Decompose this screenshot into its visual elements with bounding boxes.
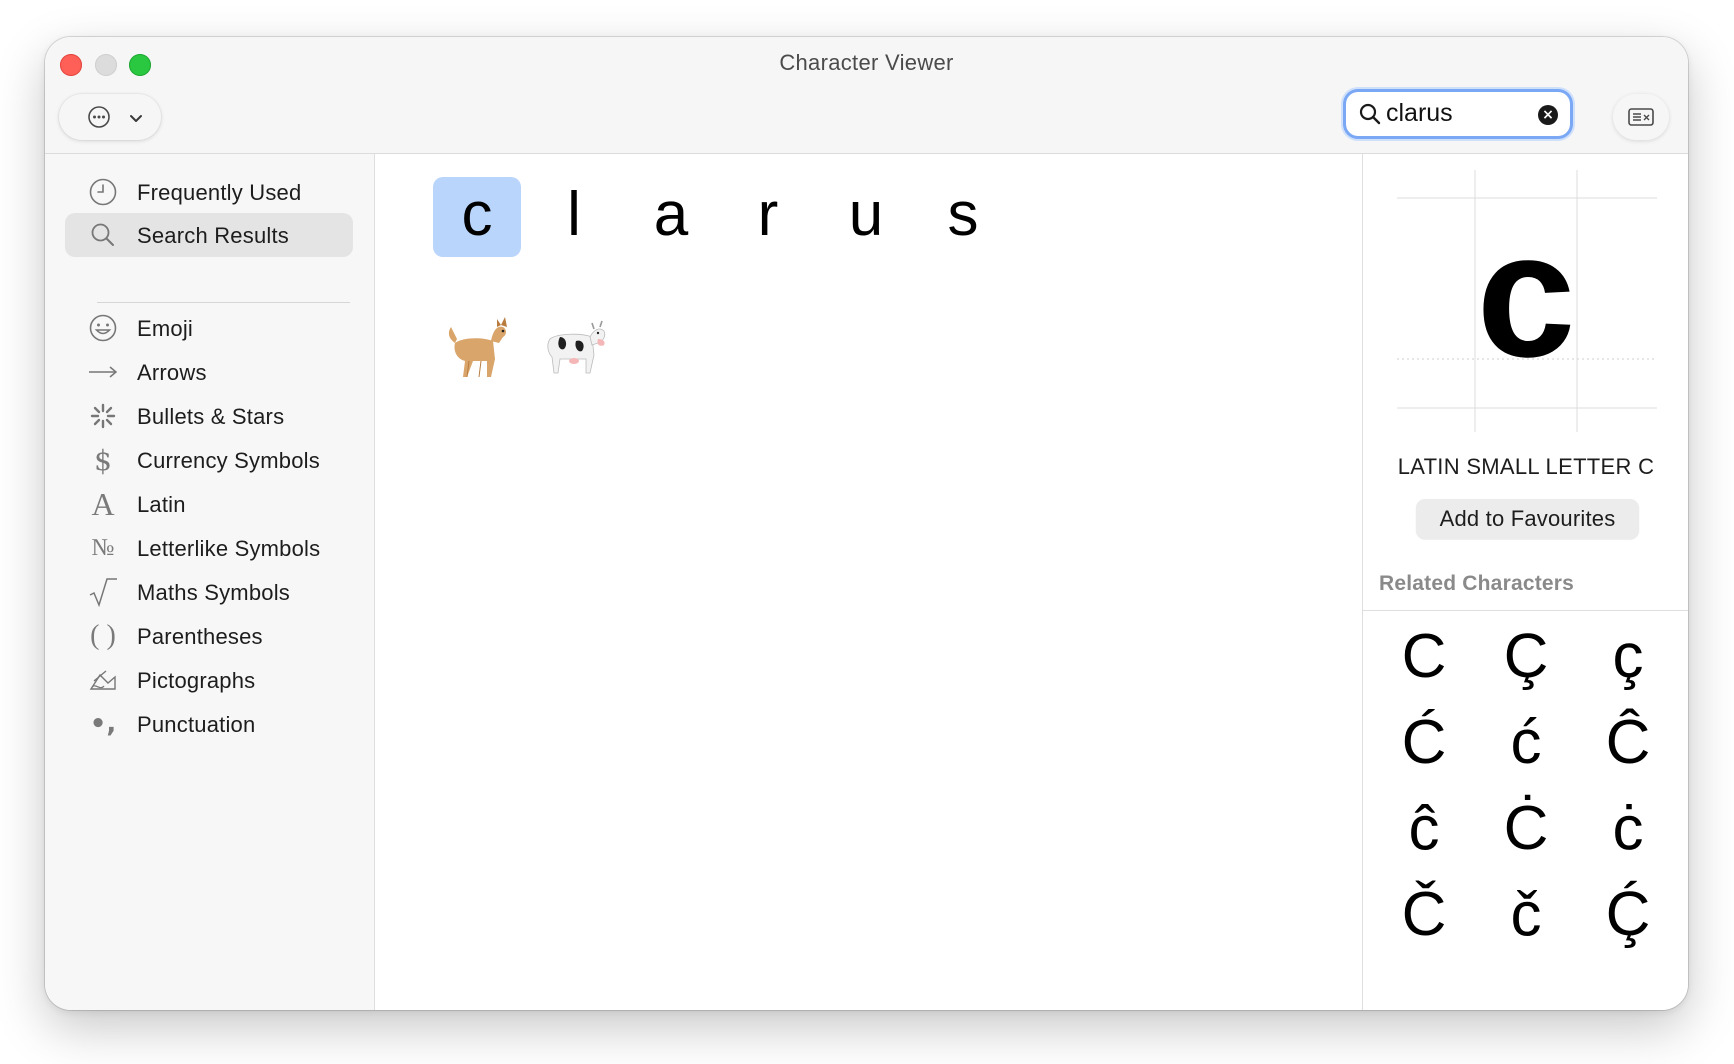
ellipsis-circle-icon: [87, 105, 111, 134]
related-character[interactable]: Ċ: [1476, 786, 1576, 872]
related-character[interactable]: Ć: [1374, 700, 1474, 786]
sidebar-item-bullets-stars[interactable]: Bullets & Stars: [65, 394, 353, 438]
search-results-grid: c l a r u s: [375, 154, 1361, 1010]
arrow-icon: [87, 356, 119, 388]
related-character[interactable]: ç: [1578, 614, 1678, 700]
search-field[interactable]: ×: [1346, 92, 1570, 136]
sidebar-item-parentheses[interactable]: ( ) Parentheses: [65, 614, 353, 658]
related-character[interactable]: Ḉ: [1578, 872, 1678, 958]
square-root-icon: [87, 576, 119, 608]
character-name: LATIN SMALL LETTER C: [1397, 454, 1655, 479]
dog-emoji[interactable]: [433, 307, 521, 387]
result-character[interactable]: u: [822, 177, 910, 257]
sidebar-item-label: Maths Symbols: [137, 580, 290, 605]
result-character[interactable]: s: [919, 177, 1007, 257]
character-viewer-window: Character Viewer clarus × Frequently Use…: [45, 37, 1688, 1010]
sidebar-item-label: Arrows: [137, 360, 207, 385]
related-character[interactable]: Ĉ: [1578, 700, 1678, 786]
sidebar-item-search-results[interactable]: Search Results: [65, 213, 353, 257]
sidebar-item-pictographs[interactable]: Pictographs: [65, 658, 353, 702]
related-character[interactable]: ĉ: [1374, 786, 1474, 872]
category-sidebar: Frequently Used Search Results Emoji Arr…: [45, 154, 375, 1010]
result-character[interactable]: a: [627, 177, 715, 257]
sidebar-item-label: Parentheses: [137, 624, 263, 649]
related-character[interactable]: ć: [1476, 700, 1576, 786]
add-to-favourites-button[interactable]: Add to Favourites: [1416, 499, 1639, 539]
sidebar-item-label: Bullets & Stars: [137, 404, 285, 429]
glyph-large: c: [1476, 195, 1576, 394]
sidebar-item-label: Letterlike Symbols: [137, 536, 321, 561]
numero-icon: №: [91, 534, 115, 561]
pictograph-icon: [87, 664, 119, 696]
divider: [1363, 610, 1688, 611]
sidebar-item-arrows[interactable]: Arrows: [65, 350, 353, 394]
sidebar-item-letterlike-symbols[interactable]: № Letterlike Symbols: [65, 526, 353, 570]
cow-emoji[interactable]: [530, 307, 618, 387]
sidebar-item-label: Frequently Used: [137, 180, 302, 205]
sidebar-item-label: Emoji: [137, 316, 194, 341]
sidebar-item-currency-symbols[interactable]: $ Currency Symbols: [65, 438, 353, 482]
sidebar-item-maths-symbols[interactable]: Maths Symbols: [65, 570, 353, 614]
related-character[interactable]: č: [1476, 872, 1576, 958]
titlebar: Character Viewer clarus ×: [45, 37, 1688, 154]
result-character[interactable]: r: [724, 177, 812, 257]
asterisk-icon: [87, 400, 119, 432]
action-menu-button[interactable]: [59, 94, 161, 140]
related-character[interactable]: Č: [1374, 872, 1474, 958]
glyph-preview: c: [1363, 154, 1688, 444]
sidebar-item-latin[interactable]: A Latin: [65, 482, 353, 526]
clock-icon: [87, 176, 119, 208]
result-character[interactable]: c: [433, 177, 521, 257]
sidebar-item-label: Search Results: [137, 223, 289, 248]
sidebar-item-label: Currency Symbols: [137, 448, 320, 473]
smiley-icon: [87, 312, 119, 344]
chevron-down-icon: [129, 111, 143, 129]
parentheses-icon: ( ): [90, 620, 116, 651]
search-input[interactable]: [1386, 98, 1536, 128]
window-title: Character Viewer: [779, 50, 954, 75]
clear-search-icon[interactable]: ×: [1538, 105, 1558, 125]
related-character[interactable]: C: [1374, 614, 1474, 700]
sidebar-item-label: Pictographs: [137, 668, 256, 693]
sidebar-item-label: Latin: [137, 492, 186, 517]
sidebar-item-emoji[interactable]: Emoji: [65, 306, 353, 350]
result-character[interactable]: l: [530, 177, 618, 257]
keyboard-viewer-button[interactable]: [1613, 94, 1669, 140]
magnifier-icon: [87, 219, 119, 251]
search-icon: [1359, 103, 1381, 130]
related-character[interactable]: Ç: [1476, 614, 1576, 700]
sidebar-item-punctuation[interactable]: •, Punctuation: [65, 702, 353, 746]
related-character[interactable]: ċ: [1578, 786, 1678, 872]
character-inspector: c LATIN SMALL LETTER C Add to Favourites…: [1362, 154, 1688, 1010]
sidebar-item-label: Punctuation: [137, 712, 256, 737]
related-characters-grid: C Ç ç Ć ć Ĉ ĉ Ċ ċ Č č Ḉ: [1363, 612, 1688, 1010]
sidebar-divider: [97, 302, 350, 303]
punctuation-icon: •,: [89, 709, 117, 739]
sidebar-item-frequently-used[interactable]: Frequently Used: [65, 170, 353, 214]
related-characters-heading: Related Characters: [1379, 572, 1575, 595]
latin-a-icon: A: [91, 485, 115, 522]
dollar-icon: $: [94, 443, 112, 477]
